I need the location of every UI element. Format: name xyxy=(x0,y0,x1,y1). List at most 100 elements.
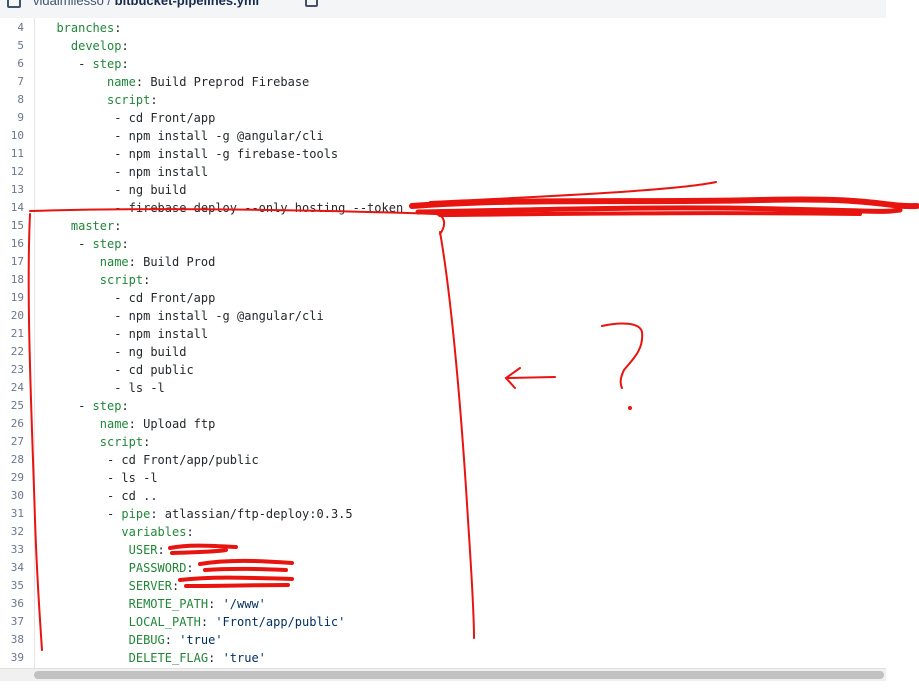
yaml-value: npm install xyxy=(128,165,209,179)
yaml-value: cd Front/app/public xyxy=(121,453,259,467)
yaml-value: 'true' xyxy=(222,651,266,665)
line-number: 32 xyxy=(10,525,24,538)
code-editor[interactable]: 4 branches: 5 develop: 6 - step: 7 name: Build … xyxy=(0,18,886,668)
yaml-value: Upload ftp xyxy=(143,417,216,431)
code-text: SERVER: xyxy=(129,577,187,595)
line-number: 24 xyxy=(10,381,24,394)
list-dash: - xyxy=(106,489,122,503)
yaml-key: step xyxy=(92,399,122,413)
code-text: script: xyxy=(107,91,158,109)
breadcrumb-repo-link[interactable]: vidalmilesso xyxy=(33,0,104,8)
yaml-key: variables xyxy=(121,525,187,539)
yaml-separator: : xyxy=(128,255,144,269)
yaml-value: 'Front/app/public' xyxy=(215,615,346,629)
yaml-key: USER xyxy=(128,543,158,557)
code-line: 11 - npm install -g firebase-tools xyxy=(0,145,886,163)
list-dash: - xyxy=(114,327,129,341)
line-number: 38 xyxy=(10,633,24,646)
yaml-separator: : xyxy=(171,579,187,593)
list-dash: - xyxy=(78,57,93,71)
line-number: 36 xyxy=(10,597,24,610)
list-dash: - xyxy=(114,291,129,305)
code-line: 28 - cd Front/app/public xyxy=(0,451,886,469)
code-line: 19 - cd Front/app xyxy=(0,289,886,307)
list-dash: - xyxy=(106,471,122,485)
line-number: 34 xyxy=(10,561,24,574)
yaml-value: ls -l xyxy=(121,471,158,485)
yaml-key: step xyxy=(92,237,122,251)
code-line: 24 - ls -l xyxy=(0,379,886,397)
line-number: 6 xyxy=(17,57,24,70)
code-line: 33 USER: xyxy=(0,541,886,559)
copy-icon[interactable] xyxy=(305,0,318,7)
line-number: 12 xyxy=(10,165,24,178)
scrollbar-thumb[interactable] xyxy=(34,671,884,679)
line-number: 35 xyxy=(10,579,24,592)
code-line: 16 - step: xyxy=(0,235,886,253)
yaml-key: step xyxy=(92,57,122,71)
line-number: 22 xyxy=(10,345,24,358)
list-dash: - xyxy=(78,237,93,251)
line-number: 20 xyxy=(10,309,24,322)
list-dash: - xyxy=(114,147,129,161)
list-dash: - xyxy=(114,201,129,215)
yaml-separator: : xyxy=(157,543,172,557)
line-number: 27 xyxy=(10,435,24,448)
yaml-value: cd Front/app xyxy=(128,111,216,125)
yaml-value: npm install xyxy=(128,327,209,341)
code-line: 29 - ls -l xyxy=(0,469,886,487)
list-dash: - xyxy=(106,453,122,467)
breadcrumb-separator: / xyxy=(103,0,115,8)
line-number: 39 xyxy=(10,651,24,664)
code-text: LOCAL_PATH: 'Front/app/public' xyxy=(129,613,346,631)
code-text: - pipe: atlassian/ftp-deploy:0.3.5 xyxy=(107,505,353,523)
yaml-key: PASSWORD xyxy=(128,561,187,575)
yaml-separator: : xyxy=(114,219,122,233)
horizontal-scrollbar[interactable] xyxy=(0,668,886,681)
yaml-key: SERVER xyxy=(128,579,172,593)
code-text: DEBUG: 'true' xyxy=(129,631,223,649)
code-text: script: xyxy=(100,271,151,289)
code-line: 31 - pipe: atlassian/ftp-deploy:0.3.5 xyxy=(0,505,886,523)
code-text: - npm install -g @angular/cli xyxy=(114,307,324,325)
yaml-separator: : xyxy=(150,93,158,107)
list-dash: - xyxy=(114,129,129,143)
line-number: 25 xyxy=(10,399,24,412)
code-text: - npm install -g firebase-tools xyxy=(114,145,338,163)
yaml-key: name xyxy=(99,417,129,431)
yaml-separator: : xyxy=(121,57,129,71)
code-line: 18 script: xyxy=(0,271,886,289)
code-line: 39 DELETE_FLAG: 'true' xyxy=(0,649,886,667)
code-text: name: Build Preprod Firebase xyxy=(107,73,309,91)
line-number: 7 xyxy=(17,75,24,88)
list-dash: - xyxy=(114,381,129,395)
line-number: 31 xyxy=(10,507,24,520)
code-line: 7 name: Build Preprod Firebase xyxy=(0,73,886,91)
code-text: REMOTE_PATH: '/www' xyxy=(129,595,266,613)
yaml-value: Build Preprod Firebase xyxy=(150,75,310,89)
line-number: 17 xyxy=(10,255,24,268)
code-line: 13 - ng build xyxy=(0,181,886,199)
code-text: - cd Front/app xyxy=(114,289,215,307)
code-line: 25 - step: xyxy=(0,397,886,415)
code-text: script: xyxy=(100,433,151,451)
code-line: 20 - npm install -g @angular/cli xyxy=(0,307,886,325)
code-text: develop: xyxy=(71,37,129,55)
yaml-key: REMOTE_PATH xyxy=(128,597,209,611)
code-line: 32 variables: xyxy=(0,523,886,541)
line-number: 8 xyxy=(17,93,24,106)
code-text: USER: xyxy=(129,541,172,559)
line-number: 9 xyxy=(17,111,24,124)
line-number: 13 xyxy=(10,183,24,196)
code-text: - npm install xyxy=(114,163,208,181)
line-number: 21 xyxy=(10,327,24,340)
line-number: 11 xyxy=(10,147,24,160)
code-line: 36 REMOTE_PATH: '/www' xyxy=(0,595,886,613)
line-number: 37 xyxy=(10,615,24,628)
yaml-separator: : xyxy=(143,273,151,287)
code-line: 12 - npm install xyxy=(0,163,886,181)
yaml-separator: : xyxy=(150,507,165,521)
code-text: master: xyxy=(71,217,122,235)
yaml-key: script xyxy=(99,435,144,449)
line-number: 10 xyxy=(10,129,24,142)
